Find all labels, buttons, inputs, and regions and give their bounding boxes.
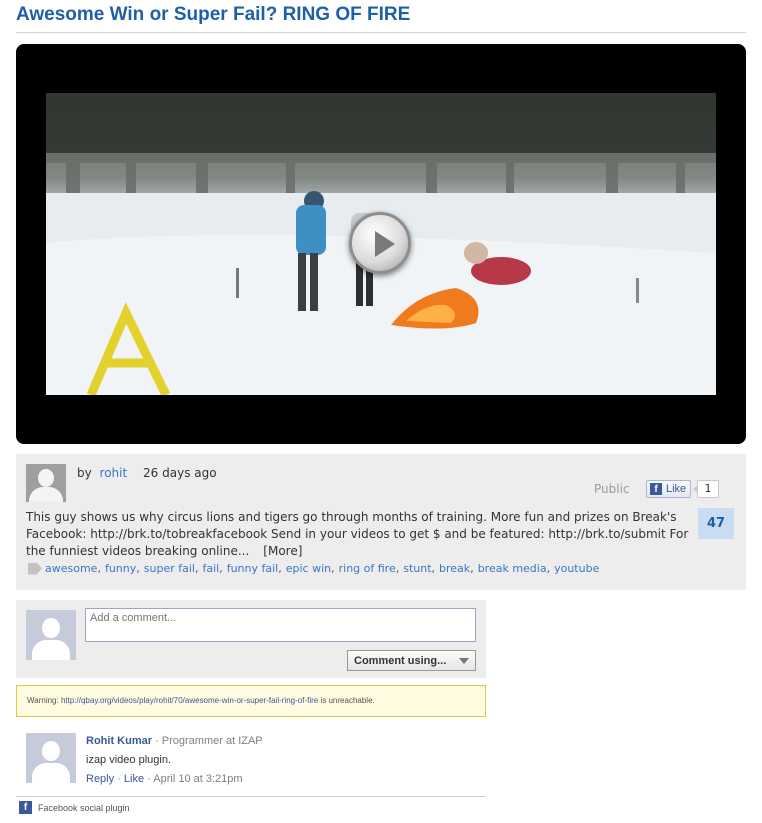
comment-timestamp[interactable]: · April 10 at 3:21pm xyxy=(147,773,242,785)
video-meta-panel: by rohit 26 days ago Public f Like 1 47 … xyxy=(16,454,746,590)
tag-link[interactable]: epic win xyxy=(286,562,331,575)
warning-url-link[interactable]: http://qbay.org/videos/play/rohit/70/awe… xyxy=(61,696,318,705)
warning-suffix: is unreachable. xyxy=(320,696,375,705)
description-text: This guy shows us why circus lions and t… xyxy=(26,510,689,558)
comment-composer: Comment using... xyxy=(16,600,486,678)
warning-banner: Warning: http://qbay.org/videos/play/roh… xyxy=(16,685,486,717)
tag-link[interactable]: awesome xyxy=(45,562,97,575)
facebook-icon: f xyxy=(19,801,32,814)
tag-link[interactable]: fail xyxy=(202,562,219,575)
tag-link[interactable]: stunt xyxy=(403,562,431,575)
tag-link[interactable]: funny xyxy=(105,562,136,575)
comment-actions: Reply · Like · April 10 at 3:21pm xyxy=(86,773,243,785)
commenter-tagline: · Programmer at IZAP xyxy=(155,735,263,747)
video-description: This guy shows us why circus lions and t… xyxy=(26,509,692,560)
comment-like-link[interactable]: Like xyxy=(124,773,144,785)
tag-list: awesome, funny, super fail, fail, funny … xyxy=(28,562,599,575)
like-count: 1 xyxy=(693,480,719,498)
title-divider xyxy=(16,32,746,33)
plugin-divider xyxy=(16,796,486,797)
post-time: 26 days ago xyxy=(143,466,217,480)
chevron-down-icon xyxy=(459,658,469,664)
facebook-plugin-footer[interactable]: f Facebook social plugin xyxy=(19,801,130,814)
comment-using-dropdown[interactable]: Comment using... xyxy=(347,650,476,671)
tag-link[interactable]: break media xyxy=(478,562,547,575)
byline: by rohit 26 days ago xyxy=(77,466,217,480)
tag-link[interactable]: super fail xyxy=(144,562,195,575)
commenter-avatar[interactable] xyxy=(26,733,76,783)
by-prefix: by xyxy=(77,466,92,480)
comment-input[interactable] xyxy=(85,608,476,642)
facebook-like-button[interactable]: f Like xyxy=(646,480,691,498)
like-label: Like xyxy=(666,483,687,495)
tag-link[interactable]: break xyxy=(439,562,470,575)
view-count-badge: 47 xyxy=(698,508,734,539)
commenter-name[interactable]: Rohit Kumar xyxy=(86,735,152,747)
footer-label: Facebook social plugin xyxy=(38,802,130,813)
warning-prefix: Warning: xyxy=(27,696,59,705)
privacy-label: Public xyxy=(594,482,630,496)
reply-link[interactable]: Reply xyxy=(86,773,114,785)
author-link[interactable]: rohit xyxy=(100,466,128,480)
tag-link[interactable]: youtube xyxy=(554,562,599,575)
play-icon[interactable] xyxy=(349,212,411,274)
comment-header: Rohit Kumar · Programmer at IZAP xyxy=(86,735,263,747)
comment-using-label: Comment using... xyxy=(354,654,447,667)
author-avatar[interactable] xyxy=(26,464,66,502)
tag-icon xyxy=(28,562,42,575)
comment-text: izap video plugin. xyxy=(86,754,172,766)
page-title: Awesome Win or Super Fail? RING OF FIRE xyxy=(16,4,411,25)
comment-item: Rohit Kumar · Programmer at IZAP izap vi… xyxy=(16,730,486,790)
more-link[interactable]: [More] xyxy=(263,544,302,558)
tag-link[interactable]: funny fail xyxy=(227,562,279,575)
viewer-avatar xyxy=(26,610,76,660)
facebook-icon: f xyxy=(650,483,662,495)
video-player[interactable] xyxy=(16,44,746,444)
tag-link[interactable]: ring of fire xyxy=(339,562,396,575)
